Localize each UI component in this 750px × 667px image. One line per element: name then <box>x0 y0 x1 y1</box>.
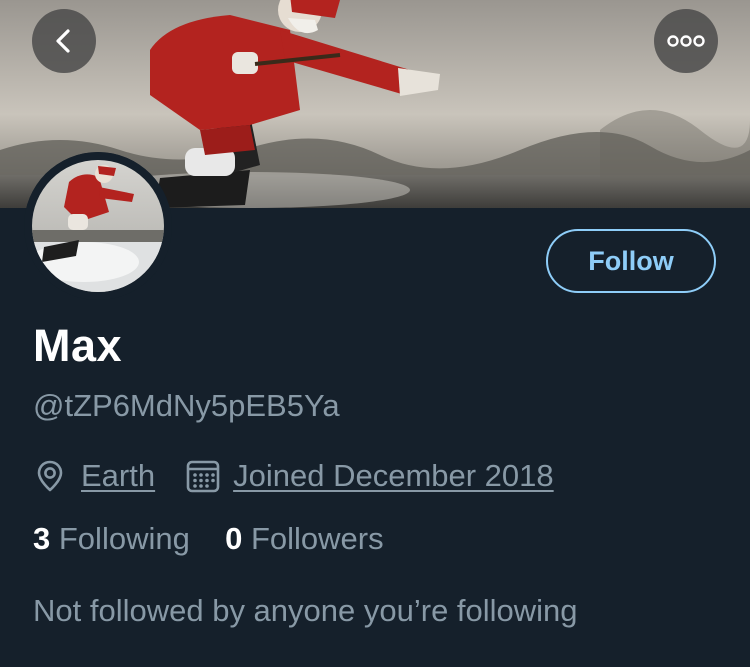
profile-meta-row: Earth Joined December 2018 <box>33 452 554 500</box>
joined-date-link[interactable]: Joined December 2018 <box>233 458 554 494</box>
following-label: Following <box>58 521 190 556</box>
follow-button[interactable]: Follow <box>546 229 716 293</box>
followers-label: Followers <box>250 521 384 556</box>
location-link[interactable]: Earth <box>81 458 155 494</box>
mutual-followers-text: Not followed by anyone you’re following <box>33 593 578 628</box>
more-dots-icon <box>667 35 705 47</box>
followers-count: 0 <box>225 521 243 556</box>
avatar-image <box>24 152 172 300</box>
following-count-link[interactable]: 3 Following <box>33 521 198 556</box>
avatar[interactable] <box>24 152 172 300</box>
back-button[interactable] <box>32 9 96 73</box>
display-name: Max <box>33 320 123 371</box>
following-count: 3 <box>33 521 51 556</box>
user-handle: @tZP6MdNy5pEB5Ya <box>33 388 340 423</box>
more-options-button[interactable] <box>654 9 718 73</box>
follow-counts: 3 Following 0 Followers <box>33 521 384 557</box>
calendar-icon <box>185 458 221 494</box>
chevron-left-icon <box>56 29 70 53</box>
location-pin-icon <box>33 459 67 493</box>
followers-count-link[interactable]: 0 Followers <box>225 521 384 556</box>
